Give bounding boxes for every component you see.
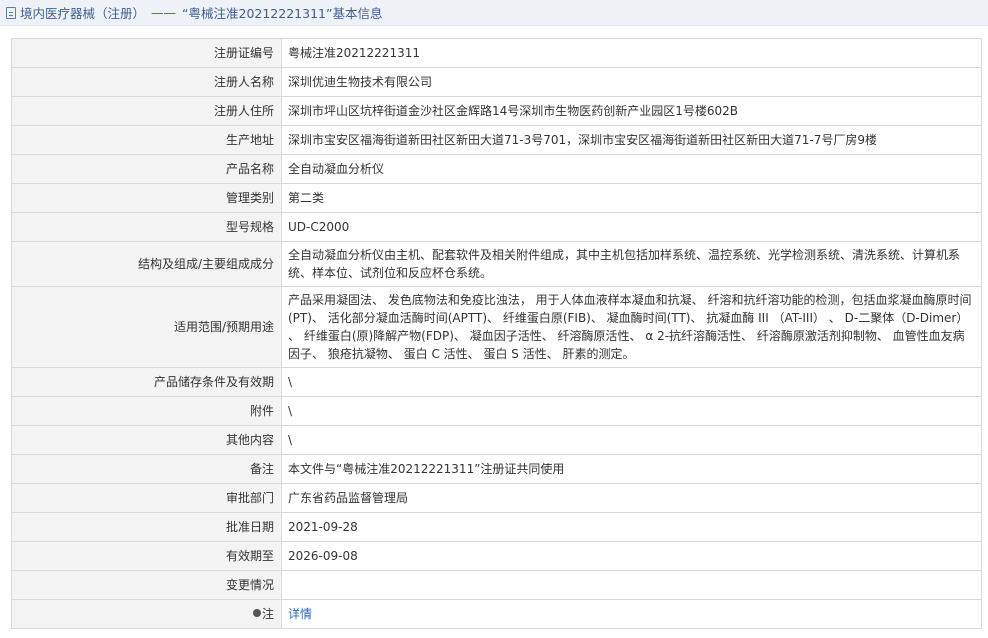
row-label: 其他内容	[11, 425, 282, 455]
info-table: 注册证编号 粤械注准20212221311 注册人名称 深圳优迪生物技术有限公司…	[11, 38, 982, 629]
row-label: 有效期至	[11, 541, 282, 571]
row-value: 深圳优迪生物技术有限公司	[281, 67, 982, 97]
row-value: 全自动凝血分析仪由主机、配套软件及相关附件组成，其中主机包括加样系统、温控系统、…	[281, 241, 982, 287]
row-label: 适用范围/预期用途	[11, 286, 282, 368]
table-row: 其他内容 \	[11, 425, 982, 455]
row-label: 注册人名称	[11, 67, 282, 97]
row-value: 广东省药品监督管理局	[281, 483, 982, 513]
table-row: 注册人名称 深圳优迪生物技术有限公司	[11, 67, 982, 97]
row-label: 注册人住所	[11, 96, 282, 126]
row-value: 深圳市宝安区福海街道新田社区新田大道71-3号701，深圳市宝安区福海街道新田社…	[281, 125, 982, 155]
table-row: 型号规格 UD-C2000	[11, 212, 982, 242]
row-label: 型号规格	[11, 212, 282, 242]
row-value: 全自动凝血分析仪	[281, 154, 982, 184]
row-label: 产品储存条件及有效期	[11, 367, 282, 397]
row-label: 产品名称	[11, 154, 282, 184]
table-row: 附件 \	[11, 396, 982, 426]
page-header: 境内医疗器械（注册） —— “粤械注准20212221311”基本信息	[0, 0, 988, 26]
row-label: 注册证编号	[11, 38, 282, 68]
note-value-cell: 详情	[281, 599, 982, 629]
row-value: 粤械注准20212221311	[281, 38, 982, 68]
table-row: 结构及组成/主要组成成分 全自动凝血分析仪由主机、配套软件及相关附件组成，其中主…	[11, 241, 982, 287]
row-label: 附件	[11, 396, 282, 426]
table-row: 变更情况	[11, 570, 982, 600]
table-row: 备注 本文件与“粤械注准20212221311”注册证共同使用	[11, 454, 982, 484]
row-value: 2026-09-08	[281, 541, 982, 571]
table-row: 注册证编号 粤械注准20212221311	[11, 38, 982, 68]
table-row: 注册人住所 深圳市坪山区坑梓街道金沙社区金辉路14号深圳市生物医药创新产业园区1…	[11, 96, 982, 126]
row-label: 备注	[11, 454, 282, 484]
row-value: UD-C2000	[281, 212, 982, 242]
document-icon	[6, 6, 16, 19]
row-value: 2021-09-28	[281, 512, 982, 542]
pin-icon	[252, 609, 261, 617]
row-value: 第二类	[281, 183, 982, 213]
row-label: 结构及组成/主要组成成分	[11, 241, 282, 287]
row-value: \	[281, 396, 982, 426]
header-section: 境内医疗器械（注册）	[20, 6, 146, 21]
row-value: \	[281, 367, 982, 397]
row-value: 产品采用凝固法、 发色底物法和免疫比浊法， 用于人体血液样本凝血和抗凝、 纤溶和…	[281, 286, 982, 368]
table-row: 有效期至 2026-09-08	[11, 541, 982, 571]
row-value: 深圳市坪山区坑梓街道金沙社区金辉路14号深圳市生物医药创新产业园区1号楼602B	[281, 96, 982, 126]
row-value	[281, 570, 982, 600]
row-label: 管理类别	[11, 183, 282, 213]
header-title: “粤械注准20212221311”基本信息	[182, 6, 383, 21]
table-row: 生产地址 深圳市宝安区福海街道新田社区新田大道71-3号701，深圳市宝安区福海…	[11, 125, 982, 155]
table-row: 审批部门 广东省药品监督管理局	[11, 483, 982, 513]
row-label: 审批部门	[11, 483, 282, 513]
row-value: \	[281, 425, 982, 455]
row-value: 本文件与“粤械注准20212221311”注册证共同使用	[281, 454, 982, 484]
details-link[interactable]: 详情	[288, 607, 312, 621]
table-row: 产品名称 全自动凝血分析仪	[11, 154, 982, 184]
table-row: 批准日期 2021-09-28	[11, 512, 982, 542]
table-row-note: 注 详情	[11, 599, 982, 629]
header-separator: ——	[151, 5, 177, 20]
note-label: 注	[261, 607, 274, 621]
row-label: 变更情况	[11, 570, 282, 600]
row-label: 批准日期	[11, 512, 282, 542]
row-label: 生产地址	[11, 125, 282, 155]
table-row: 管理类别 第二类	[11, 183, 982, 213]
table-row: 产品储存条件及有效期 \	[11, 367, 982, 397]
table-row: 适用范围/预期用途 产品采用凝固法、 发色底物法和免疫比浊法， 用于人体血液样本…	[11, 286, 982, 368]
note-label-cell: 注	[11, 599, 282, 629]
